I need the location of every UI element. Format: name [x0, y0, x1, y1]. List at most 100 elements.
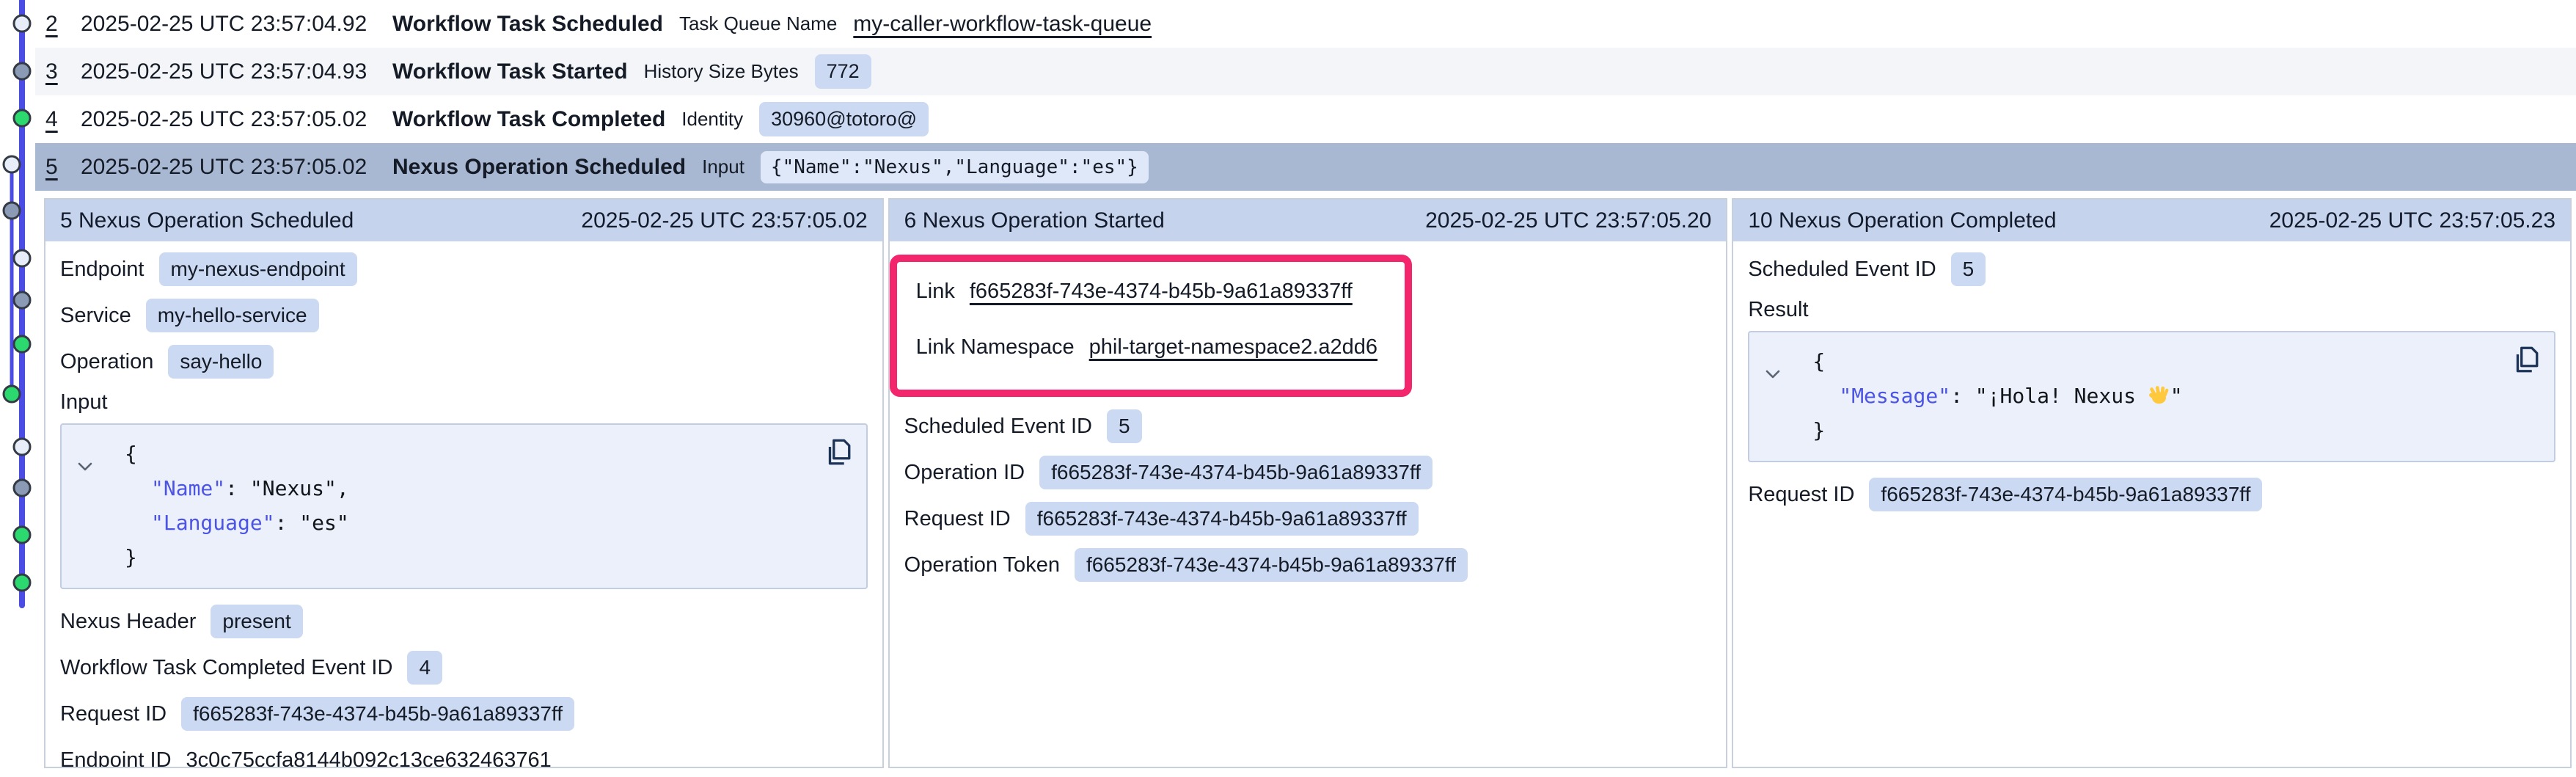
- timeline-node-green[interactable]: [14, 336, 30, 352]
- event-timestamp: 2025-02-25 UTC 23:57:05.02: [81, 107, 392, 132]
- json-token: "Nexus": [250, 476, 337, 500]
- detail-field-link[interactable]: f665283f-743e-4374-b45b-9a61a89337ff: [970, 280, 1353, 304]
- detail-field-label: Link Namespace: [916, 335, 1075, 360]
- detail-field-badge: my-nexus-endpoint: [159, 252, 357, 286]
- event-name: Workflow Task Started: [392, 59, 628, 84]
- timeline-node-green[interactable]: [14, 574, 30, 591]
- event-timestamp: 2025-02-25 UTC 23:57:05.02: [81, 155, 392, 180]
- panel-header: 5 Nexus Operation Scheduled2025-02-25 UT…: [45, 200, 882, 241]
- timeline-node-white[interactable]: [14, 439, 30, 455]
- timeline-node-gray[interactable]: [14, 480, 30, 496]
- copy-button[interactable]: [2510, 344, 2541, 377]
- json-token: "Message": [1839, 384, 1950, 408]
- detail-field-row: Request IDf665283f-743e-4374-b45b-9a61a8…: [1748, 477, 2555, 512]
- wave-emoji-icon: [2148, 384, 2170, 406]
- timeline-node-white[interactable]: [14, 15, 30, 32]
- timeline-node-gray[interactable]: [14, 292, 30, 308]
- json-token: :: [225, 476, 250, 500]
- json-code-block: {"Name": "Nexus","Language": "es"}: [60, 423, 868, 589]
- detail-field-link[interactable]: 3c0c75ccfa8144b092c13ce632463761: [186, 748, 552, 769]
- copy-icon: [822, 459, 853, 470]
- detail-field-badge: f665283f-743e-4374-b45b-9a61a89337ff: [1869, 478, 2262, 511]
- detail-field-row: Endpoint my-nexus-endpoint: [60, 252, 868, 287]
- event-name: Workflow Task Completed: [392, 107, 665, 132]
- timeline-node-gray[interactable]: [4, 203, 20, 219]
- detail-field-row: Request IDf665283f-743e-4374-b45b-9a61a8…: [60, 696, 868, 732]
- event-id-link[interactable]: 2: [45, 12, 81, 37]
- detail-field-row: Operation ID f665283f-743e-4374-b45b-9a61…: [904, 455, 1712, 490]
- event-row[interactable]: 22025-02-25 UTC 23:57:04.92Workflow Task…: [35, 0, 2576, 48]
- event-detail-panel: 5 Nexus Operation Scheduled2025-02-25 UT…: [44, 198, 884, 768]
- detail-field-label: Request ID: [60, 702, 167, 726]
- panel-body: Scheduled Event ID5Result{"Message": "¡H…: [1733, 241, 2570, 512]
- event-attr-value-badge: 772: [815, 54, 871, 89]
- collapse-chevron-icon[interactable]: [1764, 356, 1782, 390]
- panel-title: 6 Nexus Operation Started: [904, 208, 1165, 233]
- event-detail-panel: 10 Nexus Operation Completed2025-02-25 U…: [1732, 198, 2572, 768]
- event-detail-panels: 5 Nexus Operation Scheduled2025-02-25 UT…: [44, 198, 2572, 768]
- json-token: {: [125, 442, 137, 466]
- detail-field-row: Link Namespace phil-target-namespace2.a2d…: [916, 329, 1386, 365]
- event-id-link[interactable]: 5: [45, 155, 81, 180]
- copy-icon: [2510, 366, 2541, 377]
- json-line: {: [125, 437, 852, 471]
- event-row[interactable]: 42025-02-25 UTC 23:57:05.02Workflow Task…: [35, 95, 2576, 143]
- json-code-block: {"Message": "¡Hola! Nexus "}: [1748, 331, 2555, 462]
- detail-field-label: Operation: [60, 350, 153, 374]
- json-token: "es": [299, 511, 348, 535]
- timeline-node-gray[interactable]: [14, 63, 30, 79]
- detail-field-label: Endpoint: [60, 258, 144, 282]
- event-detail-panel: 6 Nexus Operation Started 2025-02-25 UTC …: [888, 198, 1728, 768]
- detail-field-link[interactable]: phil-target-namespace2.a2dd6: [1089, 335, 1377, 360]
- timeline-node-white[interactable]: [14, 250, 30, 266]
- panel-timestamp: 2025-02-25 UTC 23:57:05.23: [2269, 208, 2555, 233]
- event-attr-value-link[interactable]: my-caller-workflow-task-queue: [853, 12, 1152, 37]
- event-name: Nexus Operation Scheduled: [392, 155, 686, 180]
- detail-field-row: Nexus Header present: [60, 604, 868, 639]
- detail-field-row: Service my-hello-service: [60, 298, 868, 333]
- detail-field-badge: f665283f-743e-4374-b45b-9a61a89337ff: [1039, 456, 1432, 489]
- event-id-link[interactable]: 4: [45, 107, 81, 132]
- json-token: "Name": [151, 476, 225, 500]
- detail-field-label: Service: [60, 304, 131, 328]
- panel-timestamp: 2025-02-25 UTC 23:57:05.02: [581, 208, 867, 233]
- panel-body: Linkf665283f-743e-4374-b45b-9a61a89337ff…: [890, 241, 1727, 583]
- detail-field-badge: my-hello-service: [146, 299, 319, 332]
- panel-body: Endpoint my-nexus-endpoint Service my-hello…: [45, 241, 882, 768]
- detail-field-badge: f665283f-743e-4374-b45b-9a61a89337ff: [1025, 502, 1419, 536]
- panel-timestamp: 2025-02-25 UTC 23:57:05.20: [1425, 208, 1711, 233]
- copy-button[interactable]: [822, 437, 853, 470]
- detail-field-label: Scheduled Event ID: [904, 415, 1092, 439]
- json-token: :: [1950, 384, 1975, 408]
- detail-field-label: Nexus Header: [60, 610, 196, 634]
- detail-field-label: Request ID: [904, 507, 1011, 531]
- event-timestamp: 2025-02-25 UTC 23:57:04.93: [81, 59, 392, 84]
- detail-field-badge: 5: [1951, 252, 1986, 286]
- detail-field-row: Scheduled Event ID5: [1748, 252, 2555, 287]
- detail-field-row: Operation Tokenf665283f-743e-4374-b45b-9…: [904, 547, 1712, 583]
- json-line: {: [1812, 344, 2539, 379]
- json-line: }: [1812, 413, 2539, 448]
- event-history-rows: 22025-02-25 UTC 23:57:04.92Workflow Task…: [35, 0, 2576, 191]
- event-id-link[interactable]: 3: [45, 59, 81, 84]
- json-token: :: [275, 511, 300, 535]
- detail-field-row: Scheduled Event ID5: [904, 409, 1712, 444]
- json-token: }: [1812, 418, 1825, 442]
- timeline-node-green[interactable]: [4, 386, 20, 402]
- json-line: "Message": "¡Hola! Nexus ": [1839, 379, 2539, 413]
- detail-field-row: Workflow Task Completed Event ID4: [60, 650, 868, 685]
- detail-field-row: Operationsay-hello: [60, 344, 868, 379]
- collapse-chevron-icon[interactable]: [76, 448, 94, 483]
- event-attr-label: Task Queue Name: [679, 12, 837, 35]
- detail-field-row: Request ID f665283f-743e-4374-b45b-9a61a8…: [904, 501, 1712, 536]
- detail-field-badge: 4: [407, 651, 442, 685]
- detail-field-label: Operation ID: [904, 461, 1025, 485]
- detail-field-label: Operation Token: [904, 553, 1060, 577]
- timeline-node-green[interactable]: [14, 110, 30, 126]
- timeline-node-white[interactable]: [4, 156, 20, 172]
- timeline-node-green[interactable]: [14, 527, 30, 543]
- event-row[interactable]: 32025-02-25 UTC 23:57:04.93Workflow Task…: [35, 48, 2576, 95]
- panel-header: 10 Nexus Operation Completed2025-02-25 U…: [1733, 200, 2570, 241]
- event-row[interactable]: 52025-02-25 UTC 23:57:05.02Nexus Operati…: [35, 143, 2576, 191]
- detail-field-badge: present: [211, 605, 302, 638]
